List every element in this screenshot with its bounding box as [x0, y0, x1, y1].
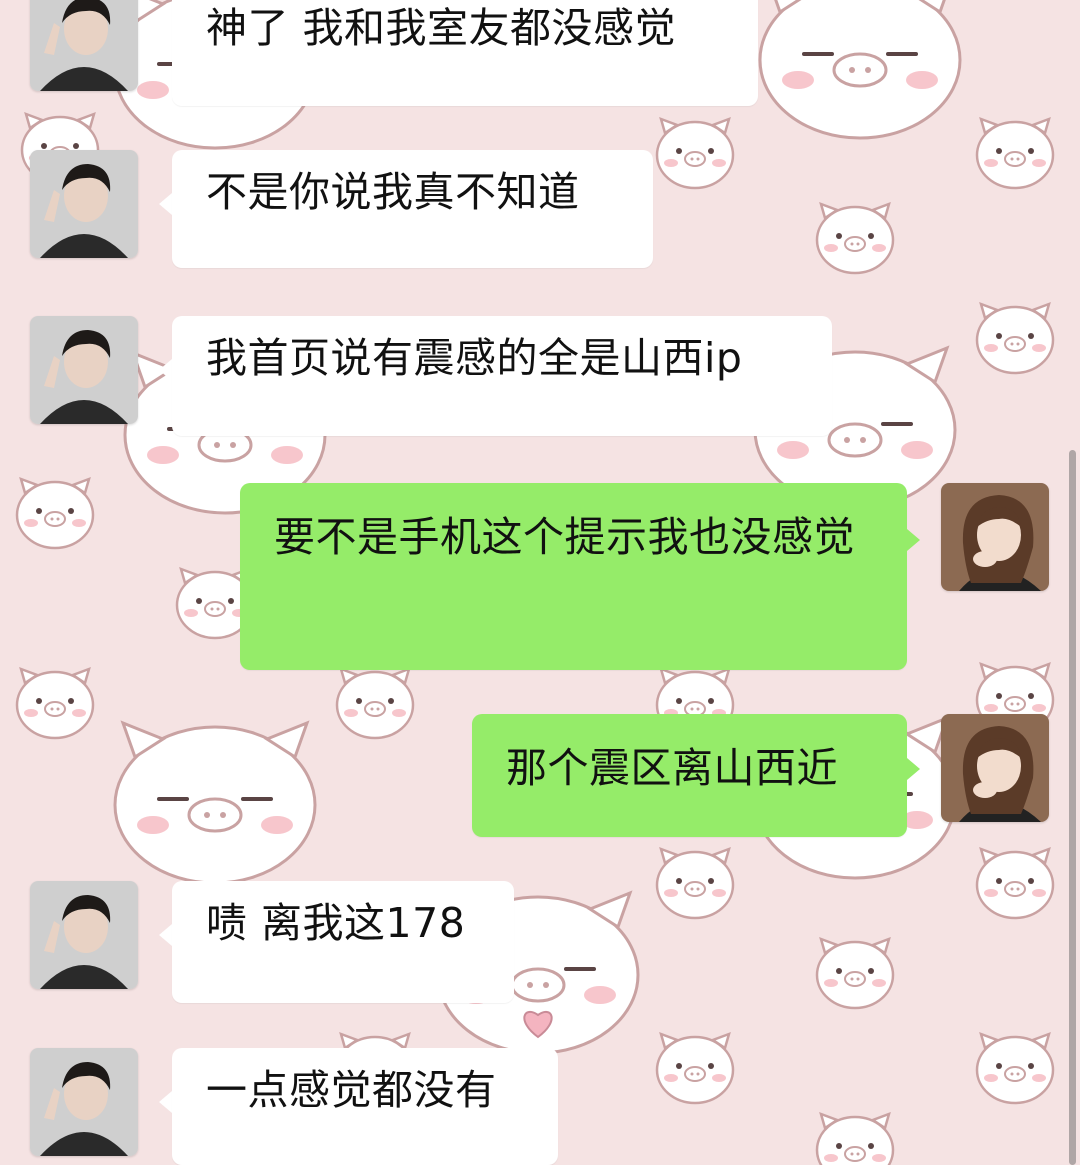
incoming-message-bubble[interactable]: 不是你说我真不知道 — [172, 150, 653, 268]
my-avatar[interactable] — [941, 483, 1049, 591]
bubble-tail — [159, 193, 172, 215]
message-text: 啧 离我这178 — [206, 899, 466, 947]
chat-message-list[interactable]: 神了 我和我室友都没感觉 不是你说我真不知道 我首页说有震感的全是山西ip 要不… — [0, 0, 1080, 1165]
message-text: 不是你说我真不知道 — [206, 168, 580, 216]
bubble-tail — [159, 924, 172, 946]
bubble-tail — [159, 1091, 172, 1113]
bubble-tail — [159, 359, 172, 381]
friend-avatar[interactable] — [30, 881, 138, 989]
message-text: 我首页说有震感的全是山西ip — [206, 334, 743, 382]
friend-avatar[interactable] — [30, 316, 138, 424]
friend-avatar[interactable] — [30, 150, 138, 258]
incoming-message-bubble[interactable]: 一点感觉都没有 — [172, 1048, 558, 1165]
incoming-message-bubble[interactable]: 我首页说有震感的全是山西ip — [172, 316, 832, 436]
message-text: 神了 我和我室友都没感觉 — [206, 4, 677, 52]
friend-avatar[interactable] — [30, 0, 138, 91]
outgoing-message-bubble[interactable]: 要不是手机这个提示我也没感觉 — [240, 483, 907, 670]
outgoing-message-bubble[interactable]: 那个震区离山西近 — [472, 714, 907, 837]
message-text: 那个震区离山西近 — [506, 744, 838, 792]
chat-scrollbar[interactable] — [1069, 450, 1076, 1165]
incoming-message-bubble[interactable]: 啧 离我这178 — [172, 881, 514, 1003]
my-avatar[interactable] — [941, 714, 1049, 822]
message-text: 一点感觉都没有 — [206, 1066, 497, 1114]
message-text: 要不是手机这个提示我也没感觉 — [274, 513, 855, 561]
bubble-tail — [159, 26, 172, 48]
bubble-tail — [907, 758, 920, 780]
bubble-tail — [907, 529, 920, 551]
incoming-message-bubble[interactable]: 神了 我和我室友都没感觉 — [172, 0, 758, 106]
friend-avatar[interactable] — [30, 1048, 138, 1156]
